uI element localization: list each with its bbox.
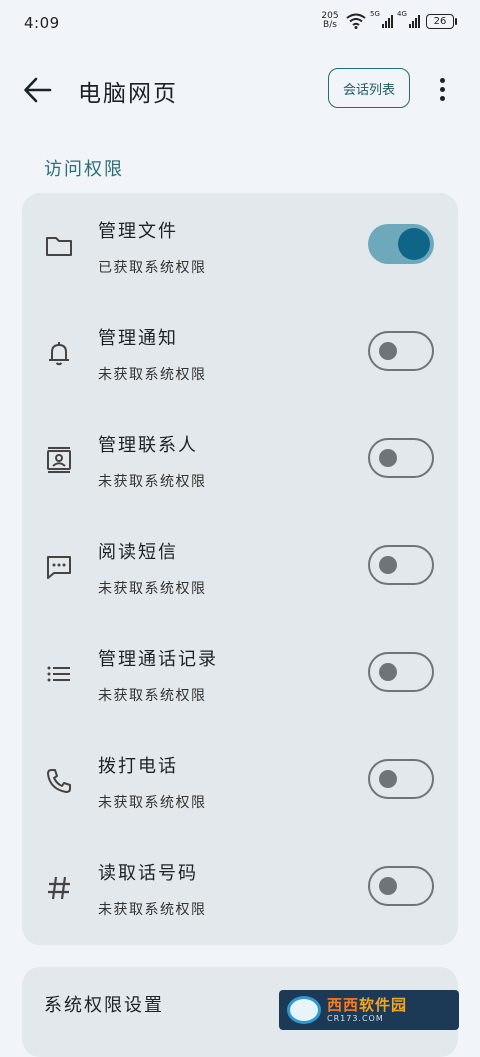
permission-title: 管理通话记录 <box>98 649 218 670</box>
folder-icon <box>44 231 74 261</box>
permission-row-call-log[interactable]: 管理通话记录 未获取系统权限 <box>22 621 458 728</box>
status-indicators: 205 B/s 5G 4G 26 <box>320 10 457 30</box>
watermark-logo-icon <box>287 996 321 1024</box>
permission-row-notifications[interactable]: 管理通知 未获取系统权限 <box>22 300 458 407</box>
watermark-text: 西西软件园 <box>327 996 407 1014</box>
permission-title: 管理联系人 <box>98 435 198 456</box>
permission-title: 管理文件 <box>98 221 178 242</box>
network-speed: 205 B/s <box>320 12 340 30</box>
bell-icon <box>44 338 74 368</box>
wifi-icon <box>346 13 366 29</box>
permission-toggle[interactable] <box>368 331 434 371</box>
toggle-knob <box>379 663 397 681</box>
status-bar: 4:09 205 B/s 5G 4G 26 <box>0 0 480 48</box>
permission-toggle[interactable] <box>368 545 434 585</box>
permission-status: 未获取系统权限 <box>98 902 207 918</box>
phone-icon <box>44 766 74 796</box>
permission-status: 未获取系统权限 <box>98 367 207 383</box>
permission-toggle[interactable] <box>368 759 434 799</box>
toggle-knob <box>379 342 397 360</box>
permission-toggle[interactable] <box>368 438 434 478</box>
page-title: 电脑网页 <box>78 81 178 107</box>
permission-status: 未获取系统权限 <box>98 474 207 490</box>
watermark-text-b: 软件园 <box>359 996 408 1014</box>
toggle-knob <box>379 770 397 788</box>
watermark-url: CR173.COM <box>327 1014 384 1023</box>
watermark-logo: 西西软件园 CR173.COM <box>279 990 459 1030</box>
section-title: 访问权限 <box>44 159 124 180</box>
permission-row-contacts[interactable]: 管理联系人 未获取系统权限 <box>22 407 458 514</box>
permissions-card: 管理文件 已获取系统权限 管理通知 未获取系统权限 管理联系人 未获取系统权限 … <box>22 193 458 945</box>
permission-row-files[interactable]: 管理文件 已获取系统权限 <box>22 193 458 300</box>
app-bar: 电脑网页 会话列表 <box>0 60 480 120</box>
permission-title: 阅读短信 <box>98 542 178 563</box>
permission-status: 未获取系统权限 <box>98 795 207 811</box>
status-time: 4:09 <box>24 14 60 32</box>
network-speed-unit: B/s <box>323 20 337 30</box>
permission-row-phone-call[interactable]: 拨打电话 未获取系统权限 <box>22 728 458 835</box>
toggle-knob <box>379 877 397 895</box>
back-button[interactable] <box>22 76 54 104</box>
signal-4g-label: 4G <box>397 10 407 18</box>
arrow-back-icon <box>24 77 52 103</box>
session-list-button[interactable]: 会话列表 <box>328 68 410 108</box>
more-options-button[interactable] <box>430 74 454 104</box>
permission-title: 管理通知 <box>98 328 178 349</box>
permission-title: 拨打电话 <box>98 756 178 777</box>
more-vert-icon <box>439 77 445 83</box>
permission-row-sms[interactable]: 阅读短信 未获取系统权限 <box>22 514 458 621</box>
toggle-knob <box>379 449 397 467</box>
battery-icon: 26 <box>426 13 457 29</box>
contact-card-icon <box>44 445 74 475</box>
cellular-signal-5g-icon: 5G <box>370 10 393 28</box>
permission-toggle[interactable] <box>368 652 434 692</box>
permission-toggle[interactable] <box>368 866 434 906</box>
system-permission-settings-label: 系统权限设置 <box>44 995 164 1016</box>
watermark-text-a: 西西 <box>327 996 360 1014</box>
permission-toggle[interactable] <box>368 224 434 264</box>
toggle-knob <box>398 228 430 260</box>
permission-row-phone-number[interactable]: 读取话号码 未获取系统权限 <box>22 835 458 942</box>
cellular-signal-4g-icon: 4G <box>397 10 420 28</box>
permission-status: 已获取系统权限 <box>98 260 207 276</box>
permission-status: 未获取系统权限 <box>98 688 207 704</box>
message-icon <box>44 552 74 582</box>
permission-title: 读取话号码 <box>98 863 198 884</box>
list-icon <box>44 659 74 689</box>
permission-status: 未获取系统权限 <box>98 581 207 597</box>
signal-5g-label: 5G <box>370 10 380 18</box>
hash-icon <box>44 873 74 903</box>
toggle-knob <box>379 556 397 574</box>
